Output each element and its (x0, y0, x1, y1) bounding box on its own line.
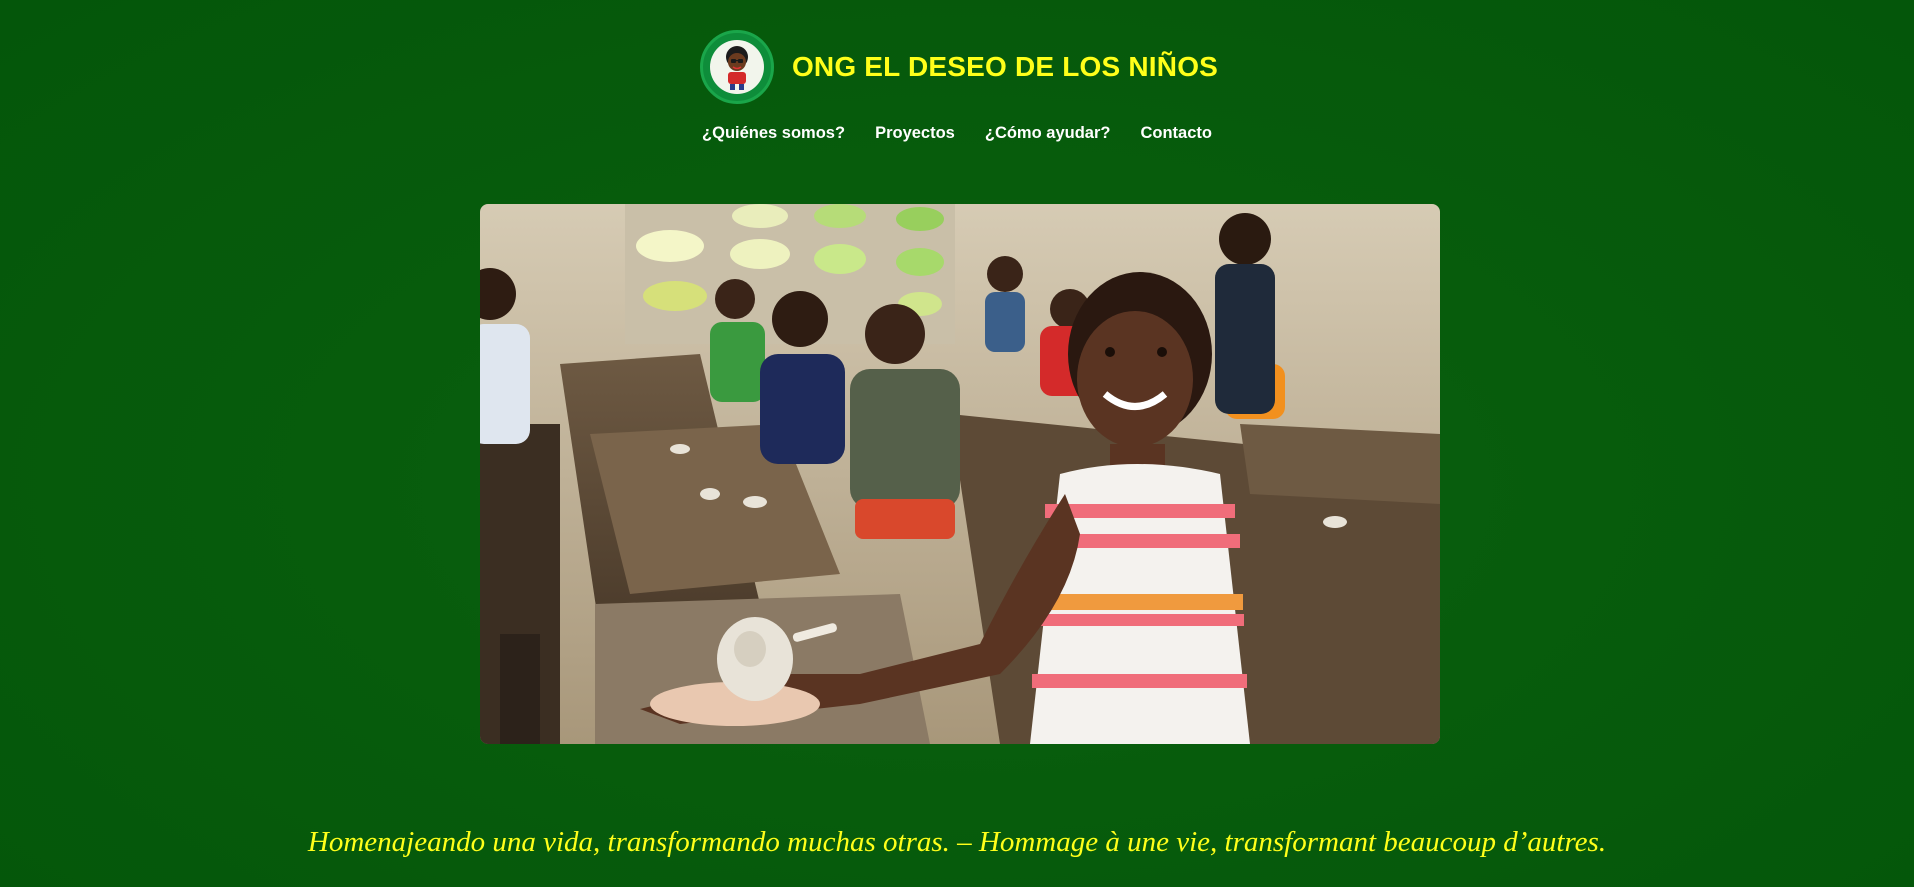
nav-item-contacto[interactable]: Contacto (1140, 124, 1212, 143)
classroom-photo (480, 204, 1440, 744)
nav-item-proyectos[interactable]: Proyectos (875, 124, 955, 143)
site-header: ONG EL DESEO DE LOS NIÑOS (0, 30, 1914, 104)
hero-image (480, 204, 1440, 744)
tagline: Homenajeando una vida, transformando muc… (307, 826, 1607, 858)
child-avatar-icon (725, 46, 748, 90)
logo-avatar (709, 40, 764, 94)
brand[interactable]: ONG EL DESEO DE LOS NIÑOS (699, 30, 1218, 104)
ngo-logo-icon[interactable] (699, 30, 774, 104)
nav-item-quienes-somos[interactable]: ¿Quiénes somos? (702, 124, 845, 143)
nav-item-como-ayudar[interactable]: ¿Cómo ayudar? (985, 124, 1111, 143)
site-title[interactable]: ONG EL DESEO DE LOS NIÑOS (792, 51, 1218, 83)
main-nav: ¿Quiénes somos? Proyectos ¿Cómo ayudar? … (0, 124, 1914, 143)
